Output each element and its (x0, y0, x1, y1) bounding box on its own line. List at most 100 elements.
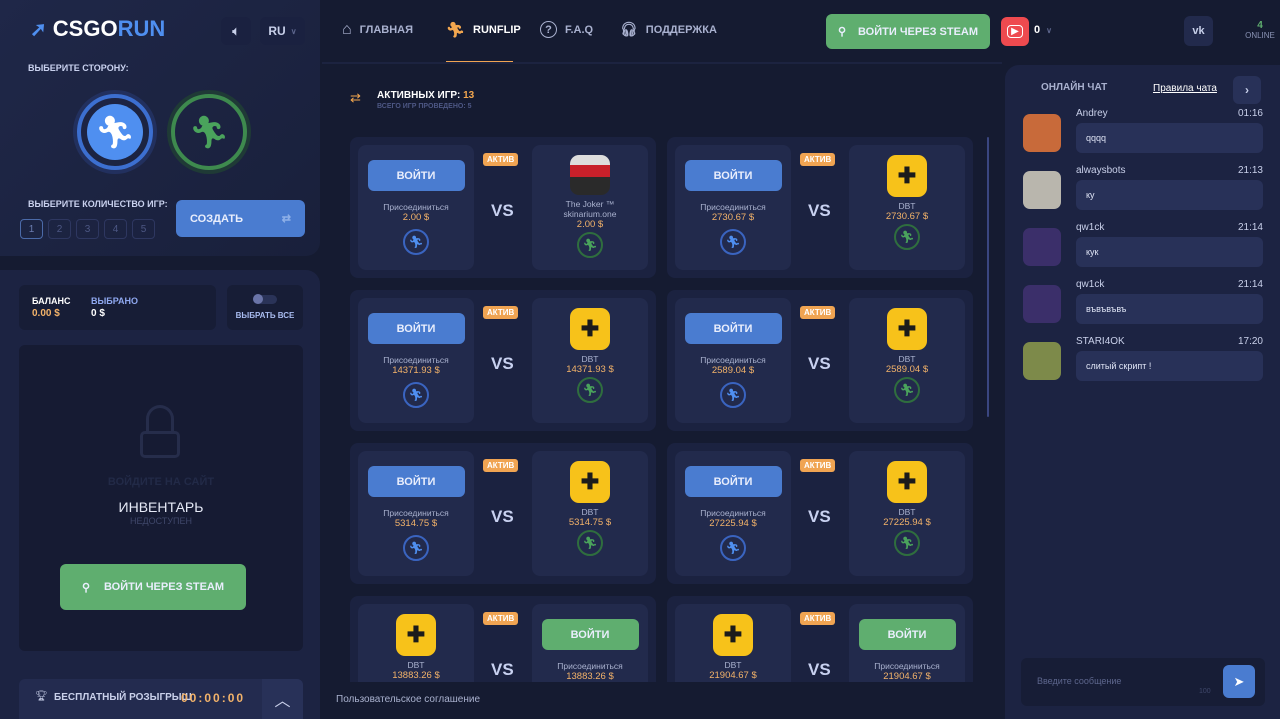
message-time: 21:13 (1237, 165, 1263, 176)
runner-icon: 🏃︎ (446, 22, 466, 39)
online-counter: 4 ONLINE (1240, 20, 1280, 40)
message-time: 01:16 (1237, 108, 1263, 119)
selected-label: ВЫБРАНО (91, 296, 138, 306)
youtube-count: 0 (1034, 24, 1041, 36)
count-option-1[interactable]: 1 (20, 219, 43, 239)
active-badge: АКТИВ (800, 306, 836, 319)
join-button[interactable]: ВОЙТИ (367, 466, 465, 497)
login-hint: ВОЙДИТЕ НА САЙТ (107, 476, 215, 488)
user-agreement-link[interactable]: Пользовательское соглашение (336, 694, 480, 705)
runner-icon: 🏃︎ (894, 530, 920, 556)
create-button[interactable]: СОЗДАТЬ ⇄ (176, 200, 305, 237)
join-slot: ВОЙТИ Присоединиться 2.00 $ 🏃︎ (358, 145, 474, 270)
game-card: ВОЙТИ Присоединиться 27225.94 $ 🏃︎ ✚ DBT … (667, 443, 973, 584)
active-badge: АКТИВ (483, 612, 519, 625)
player-price: 21904.67 $ (709, 670, 757, 681)
join-button[interactable]: ВОЙТИ (684, 313, 782, 344)
balance-label: БАЛАНС (32, 296, 71, 306)
message-user[interactable]: qw1ck (1076, 222, 1104, 233)
join-button[interactable]: ВОЙТИ (367, 160, 465, 191)
message-text: слитый скрипт ! (1076, 351, 1263, 381)
user-avatar[interactable] (1023, 342, 1061, 380)
game-card: ВОЙТИ Присоединиться 2589.04 $ 🏃︎ ✚ DBT 2… (667, 290, 973, 431)
chat-collapse-button[interactable]: › (1233, 76, 1261, 104)
vk-button[interactable]: vk (1184, 16, 1213, 46)
join-text: Присоединиться (700, 202, 766, 212)
inventory-panel: БАЛАНС 0.00 $ ВЫБРАНО 0 $ ВЫБРАТЬ ВСЕ ВО… (0, 270, 320, 719)
message-user[interactable]: alwaysbots (1076, 165, 1125, 176)
active-badge: АКТИВ (800, 612, 836, 625)
nav-faq-label: F.A.Q (565, 23, 594, 36)
runner-icon: 🏃︎ (720, 535, 746, 561)
side-blue-button[interactable]: 🏃︎ (77, 94, 153, 170)
player-slot: ✚ DBT 14371.93 $ 🏃︎ (532, 298, 648, 423)
player-slot: ✚ DBT 13883.26 $ 🏃︎ (358, 604, 474, 682)
user-avatar[interactable] (1023, 285, 1061, 323)
games-scrollbar[interactable] (987, 137, 989, 417)
join-button[interactable]: ВОЙТИ (684, 160, 782, 191)
header-steam-login-button[interactable]: ⚲ ВОЙТИ ЧЕРЕЗ STEAM (826, 14, 990, 49)
vs-label: VS (808, 201, 831, 220)
chevron-down-icon: ∨ (290, 26, 297, 36)
select-all-toggle[interactable]: ВЫБРАТЬ ВСЕ (227, 285, 303, 330)
shield-avatar-icon: ✚ (887, 308, 927, 350)
count-option-3[interactable]: 3 (76, 219, 99, 239)
nav-home-label: ГЛАВНАЯ (359, 24, 414, 36)
message-user[interactable]: STARI4OK (1076, 336, 1125, 347)
nav-home[interactable]: ⌂ ГЛАВНАЯ (342, 21, 413, 39)
youtube-button[interactable]: ▶ (1001, 17, 1029, 46)
message-user[interactable]: Andrey (1076, 108, 1108, 119)
user-avatar[interactable] (1023, 171, 1061, 209)
toggle-switch[interactable] (253, 294, 277, 304)
chat-input[interactable]: Введите сообщение 100 ➤ (1021, 658, 1265, 706)
expand-button[interactable]: ︿ (262, 679, 303, 719)
language-select[interactable]: RU ∨ (260, 17, 305, 45)
steam-icon: ⚲ (81, 581, 91, 594)
shield-avatar-icon: ✚ (570, 308, 610, 350)
steam-login-button[interactable]: ⚲ ВОЙТИ ЧЕРЕЗ STEAM (60, 564, 246, 610)
shield-avatar-icon: ✚ (396, 614, 436, 656)
runner-icon: 🏃︎ (894, 377, 920, 403)
runner-icon: 🏃︎ (403, 382, 429, 408)
youtube-icon: ▶ (1007, 25, 1023, 38)
message-user[interactable]: qw1ck (1076, 279, 1104, 290)
vs-label: VS (491, 507, 514, 526)
game-card: ВОЙТИ Присоединиться 14371.93 $ 🏃︎ ✚ DBT … (350, 290, 656, 431)
player-price: 14371.93 $ (566, 364, 614, 375)
side-green-button[interactable]: 🏃︎ (171, 94, 247, 170)
speaker-icon: 🔈︎ (232, 23, 240, 38)
nav-support[interactable]: 🎧︎ ПОДДЕРЖКА (620, 21, 717, 38)
count-option-4[interactable]: 4 (104, 219, 127, 239)
chat-title: ОНЛАЙН ЧАТ (1041, 82, 1108, 93)
player-slot: ✚ DBT 2730.67 $ 🏃︎ (849, 145, 965, 270)
chat-input-placeholder: Введите сообщение (1037, 676, 1122, 686)
sound-button[interactable]: 🔈︎ (221, 17, 251, 45)
vs-label: VS (491, 660, 514, 679)
join-button[interactable]: ВОЙТИ (684, 466, 782, 497)
player-slot: ✚ DBT 21904.67 $ 🏃︎ (675, 604, 791, 682)
chat-rules-link[interactable]: Правила чата (1153, 83, 1217, 94)
message-text: кук (1076, 237, 1263, 267)
join-price: 14371.93 $ (392, 365, 440, 376)
join-text: Присоединиться (700, 355, 766, 365)
message-time: 21:14 (1237, 222, 1263, 233)
send-button[interactable]: ➤ (1223, 665, 1255, 698)
youtube-dropdown[interactable]: 0 ∨ (1034, 24, 1052, 36)
header-divider (322, 62, 1002, 64)
join-button[interactable]: ВОЙТИ (541, 619, 639, 650)
join-button[interactable]: ВОЙТИ (858, 619, 956, 650)
chevron-right-icon: › (1245, 83, 1249, 97)
count-option-5[interactable]: 5 (132, 219, 155, 239)
footer: Пользовательское соглашение (322, 682, 1002, 719)
nav-faq[interactable]: ? F.A.Q (540, 21, 593, 38)
logo[interactable]: ➚ CSGORUN (30, 16, 165, 42)
nav-runflip[interactable]: 🏃︎ RUNFLIP (446, 21, 521, 39)
vk-icon: vk (1192, 25, 1205, 37)
game-card: ✚ DBT 13883.26 $ 🏃︎ ВОЙТИ Присоединиться… (350, 596, 656, 682)
join-button[interactable]: ВОЙТИ (367, 313, 465, 344)
vs-label: VS (808, 507, 831, 526)
count-option-2[interactable]: 2 (48, 219, 71, 239)
user-avatar[interactable] (1023, 228, 1061, 266)
user-avatar[interactable] (1023, 114, 1061, 152)
message-time: 17:20 (1237, 336, 1263, 347)
